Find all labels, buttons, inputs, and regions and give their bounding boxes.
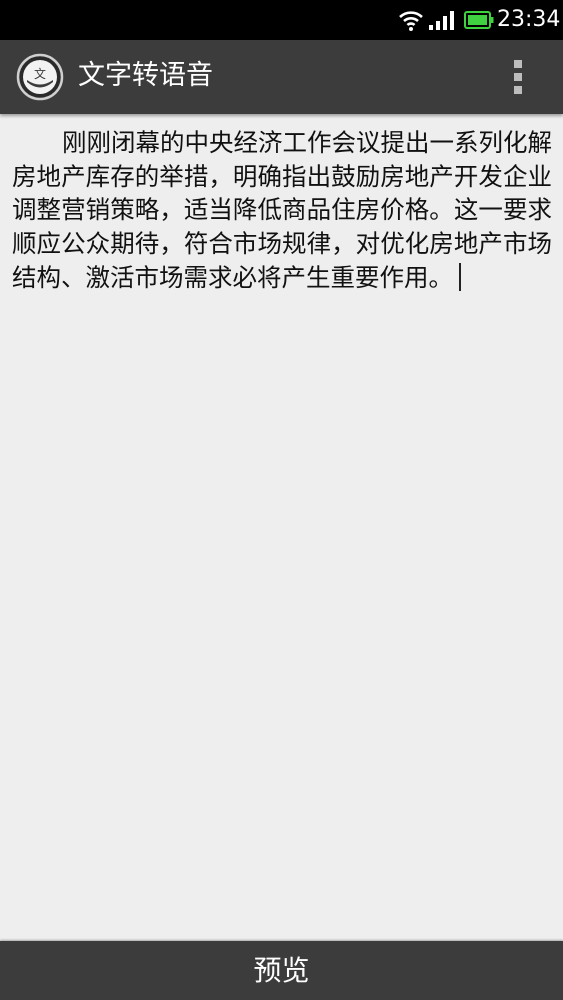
preview-button[interactable]: 预览 bbox=[0, 941, 563, 1000]
status-bar: 23:34 bbox=[0, 0, 563, 40]
app-icon[interactable]: 文 bbox=[16, 53, 64, 101]
wifi-icon bbox=[399, 11, 423, 31]
menu-dot bbox=[514, 73, 522, 81]
text-input-area[interactable]: 刚刚闭幕的中央经济工作会议提出一系列化解房地产库存的举措，明确指出鼓励房地产开发… bbox=[12, 126, 552, 926]
menu-dot bbox=[514, 60, 522, 68]
signal-icon bbox=[429, 11, 454, 30]
app-icon-glyph: 文 bbox=[34, 66, 46, 81]
action-bar: 文 文字转语音 bbox=[0, 40, 563, 114]
overflow-menu-icon[interactable] bbox=[500, 54, 536, 100]
battery-icon bbox=[464, 11, 494, 29]
menu-dot bbox=[514, 86, 522, 94]
bottom-bar: 预览 bbox=[0, 941, 563, 1000]
status-time: 23:34 bbox=[497, 7, 561, 32]
text-cursor bbox=[459, 262, 461, 291]
text-content: 刚刚闭幕的中央经济工作会议提出一系列化解房地产库存的举措，明确指出鼓励房地产开发… bbox=[12, 128, 552, 292]
app-title: 文字转语音 bbox=[78, 60, 213, 91]
